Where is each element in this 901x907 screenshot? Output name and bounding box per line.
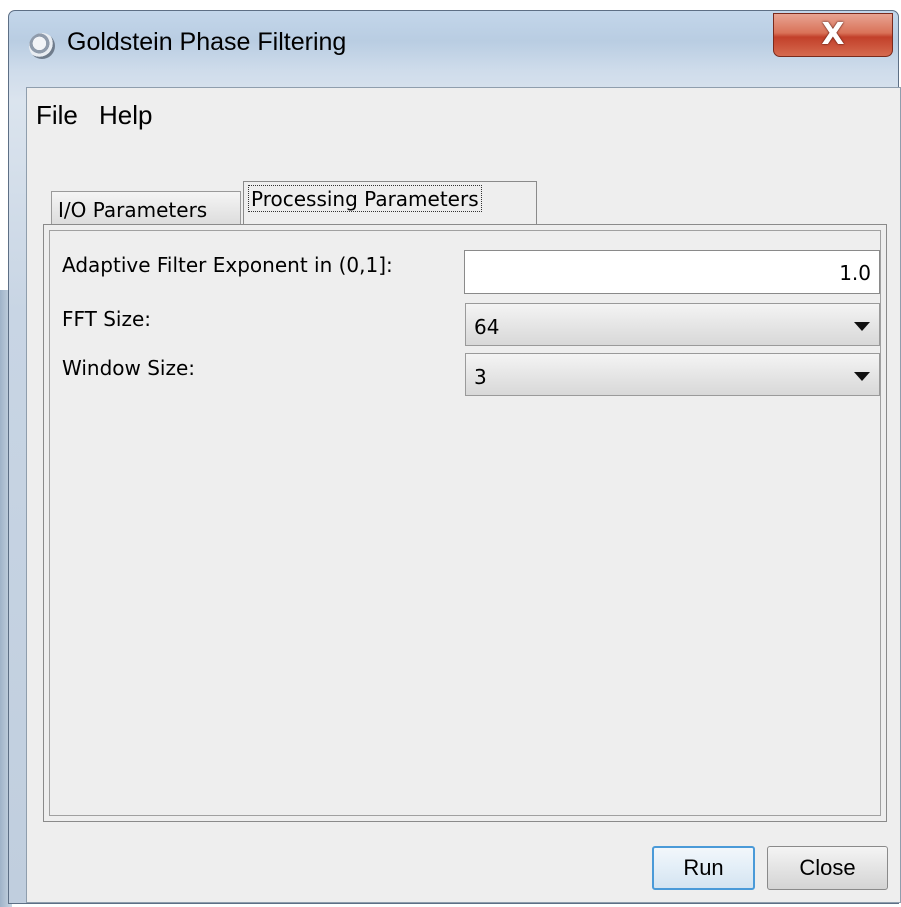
menu-file[interactable]: File <box>36 100 78 131</box>
window-size-label: Window Size: <box>62 356 196 380</box>
tab-processing-parameters-label: Processing Parameters <box>248 185 482 212</box>
adaptive-filter-exponent-label: Adaptive Filter Exponent in (0,1]: <box>62 253 393 277</box>
fft-size-select[interactable]: 64 <box>465 303 880 346</box>
window-title: Goldstein Phase Filtering <box>67 28 347 56</box>
fft-size-label: FFT Size: <box>62 307 152 331</box>
close-button[interactable]: Close <box>767 846 888 890</box>
tab-processing-parameters[interactable]: Processing Parameters <box>243 181 537 226</box>
window-close-button[interactable]: X <box>773 13 893 57</box>
run-button[interactable]: Run <box>652 846 755 890</box>
processing-parameters-panel: Adaptive Filter Exponent in (0,1]: 1.0 F… <box>43 224 887 822</box>
fft-size-value: 64 <box>474 315 500 339</box>
window-size-select[interactable]: 3 <box>465 353 880 396</box>
menu-bar: File Help <box>27 88 900 142</box>
dropdown-arrow-icon <box>854 322 870 331</box>
tab-io-parameters[interactable]: I/O Parameters <box>51 191 241 225</box>
dialog-window: Goldstein Phase Filtering X File Help I/… <box>8 10 901 904</box>
dialog-client-area: File Help I/O Parameters Processing Para… <box>26 87 901 903</box>
tab-io-parameters-label: I/O Parameters <box>58 198 208 222</box>
window-size-value: 3 <box>474 365 487 389</box>
adaptive-filter-exponent-input[interactable]: 1.0 <box>464 250 880 294</box>
dropdown-arrow-icon <box>854 372 870 381</box>
app-logo-icon <box>29 33 55 59</box>
close-icon: X <box>821 17 845 52</box>
menu-help[interactable]: Help <box>99 100 152 131</box>
